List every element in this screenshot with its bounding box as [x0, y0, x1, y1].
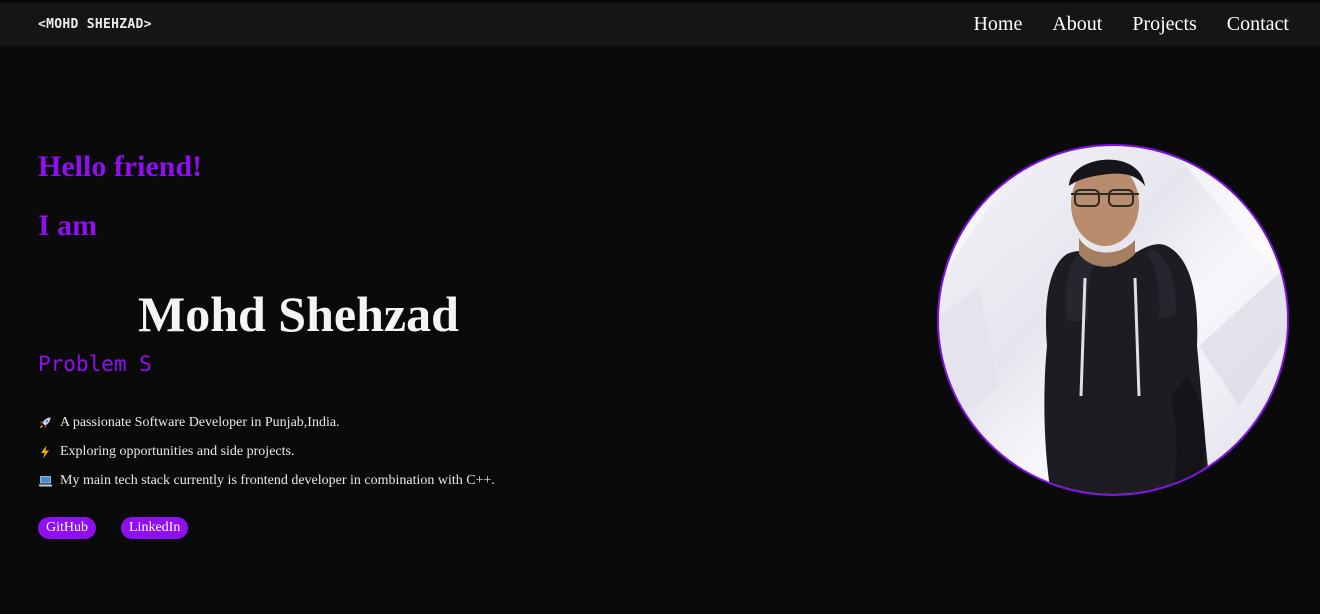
site-logo[interactable]: <MOHD SHEHZAD> — [38, 17, 152, 32]
rocket-icon — [38, 416, 60, 430]
iam-heading: I am — [38, 209, 98, 242]
profile-photo — [937, 144, 1289, 496]
nav-projects-link[interactable]: Projects — [1132, 13, 1196, 36]
lightning-icon — [38, 445, 60, 459]
social-links: GitHub LinkedIn — [38, 517, 189, 539]
intro-item: Exploring opportunities and side project… — [38, 437, 495, 466]
intro-item: A passionate Software Developer in Punja… — [38, 408, 495, 437]
linkedin-button[interactable]: LinkedIn — [121, 517, 189, 539]
intro-list: A passionate Software Developer in Punja… — [38, 408, 495, 495]
intro-item-text: My main tech stack currently is frontend… — [60, 472, 495, 488]
laptop-icon — [38, 474, 60, 488]
nav-links: Home About Projects Contact — [973, 13, 1289, 36]
navbar: <MOHD SHEHZAD> Home About Projects Conta… — [0, 3, 1320, 46]
nav-contact-link[interactable]: Contact — [1227, 13, 1289, 36]
intro-item-text: Exploring opportunities and side project… — [60, 443, 295, 459]
name-heading: Mohd Shehzad — [138, 286, 459, 342]
intro-item: My main tech stack currently is frontend… — [38, 466, 495, 495]
nav-home-link[interactable]: Home — [973, 13, 1022, 36]
github-button[interactable]: GitHub — [38, 517, 96, 539]
profile-photo-illustration — [939, 146, 1287, 494]
nav-about-link[interactable]: About — [1052, 13, 1102, 36]
intro-item-text: A passionate Software Developer in Punja… — [60, 414, 340, 430]
typing-text: Problem S — [38, 352, 152, 376]
greeting-heading: Hello friend! — [38, 150, 203, 183]
